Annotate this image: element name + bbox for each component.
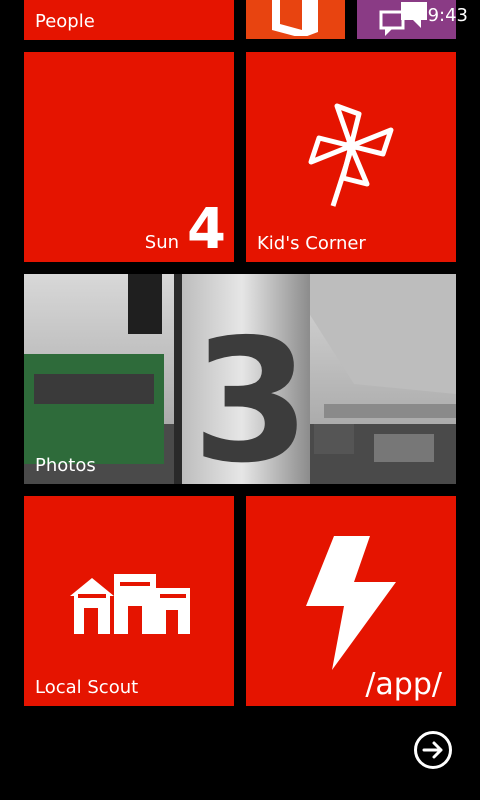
calendar-day: Sun <box>144 232 180 253</box>
arrow-right-icon <box>422 741 443 759</box>
buildings-icon <box>70 574 190 634</box>
office-tile[interactable] <box>246 0 345 39</box>
status-time: 9:43 <box>427 5 468 26</box>
photos-tile[interactable]: 3 Photos <box>24 274 456 484</box>
svg-text:3: 3 <box>192 303 310 484</box>
lightning-icon <box>306 536 396 670</box>
photos-label: Photos <box>35 455 96 476</box>
kids-corner-label: Kid's Corner <box>257 233 366 254</box>
calendar-date-block: Sun 4 <box>145 202 226 258</box>
app-label: /app/ <box>365 667 442 702</box>
kids-corner-tile[interactable]: Kid's Corner <box>246 52 456 262</box>
start-screen: People 9:43 Sun 4 Kid's Corner 3 Photos … <box>0 0 480 800</box>
all-apps-button[interactable] <box>414 731 452 769</box>
photos-image: 3 <box>24 274 456 484</box>
people-tile[interactable]: People <box>24 0 234 40</box>
app-tile[interactable]: /app/ <box>246 496 456 706</box>
people-tile-label: People <box>35 11 95 32</box>
pinwheel-icon <box>308 103 394 207</box>
local-scout-tile[interactable]: Local Scout <box>24 496 234 706</box>
calendar-date-number: 4 <box>187 197 226 262</box>
office-icon <box>272 0 318 36</box>
calendar-tile[interactable]: Sun 4 <box>24 52 234 262</box>
local-scout-label: Local Scout <box>35 677 139 698</box>
